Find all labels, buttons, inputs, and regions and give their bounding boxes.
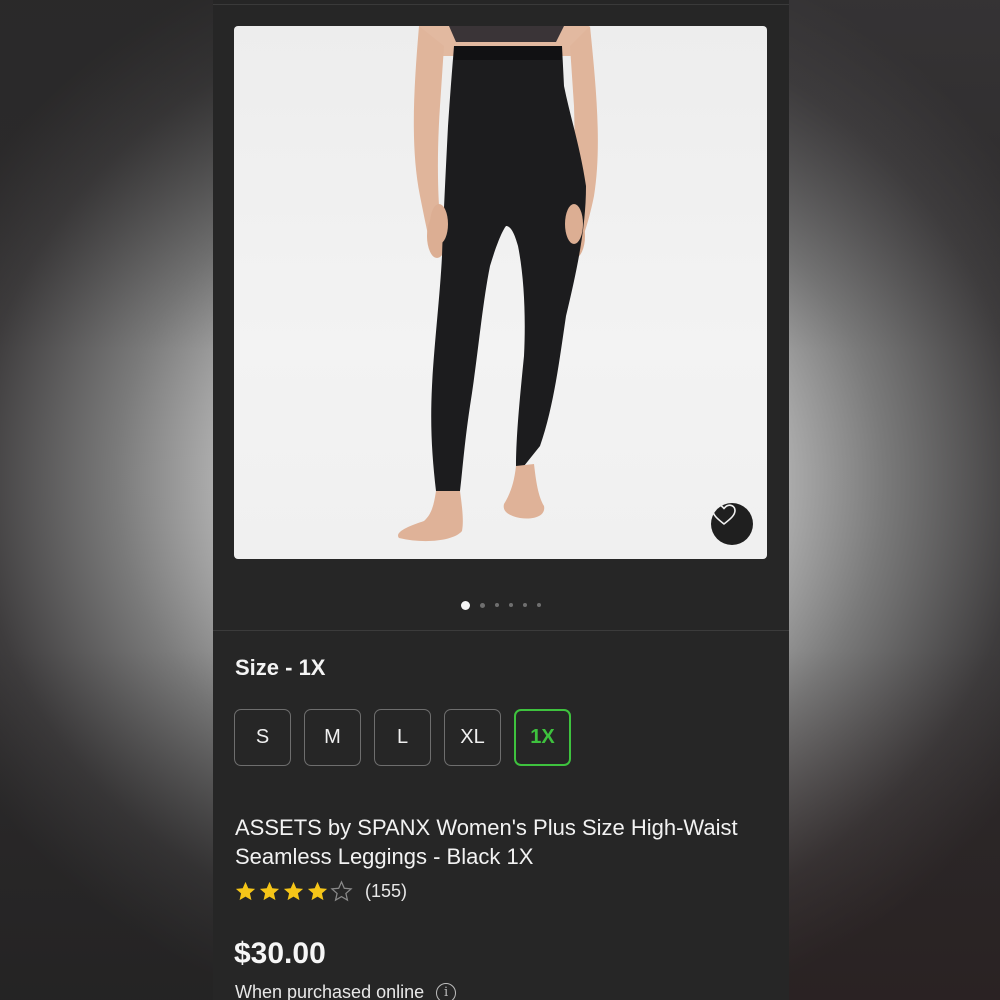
carousel-dot-3[interactable] <box>495 603 499 607</box>
rating-row[interactable]: (155) <box>234 878 407 904</box>
star-rating <box>234 879 353 903</box>
product-image[interactable] <box>234 26 767 559</box>
carousel-dot-4[interactable] <box>509 603 513 607</box>
star-filled-icon <box>283 881 304 900</box>
top-divider <box>213 4 789 5</box>
product-page: Size - 1X S M L XL 1X ASSETS by SPANX Wo… <box>213 0 789 1000</box>
product-photo-leggings <box>398 26 598 542</box>
carousel-dot-6[interactable] <box>537 603 541 607</box>
size-heading: Size - 1X <box>235 655 326 680</box>
backdrop-left-shade <box>0 0 213 1000</box>
star-filled-icon <box>259 881 280 900</box>
product-title: ASSETS by SPANX Women's Plus Size High-W… <box>235 815 738 869</box>
price-note: When purchased online i <box>235 982 457 1000</box>
star-empty-icon <box>330 879 353 901</box>
review-count[interactable]: (155) <box>365 881 407 902</box>
carousel-dot-2[interactable] <box>480 602 485 608</box>
carousel-dot-1[interactable] <box>461 600 470 610</box>
size-option-s[interactable]: S <box>234 709 291 766</box>
info-icon[interactable]: i <box>436 982 457 1000</box>
star-filled-icon <box>235 881 256 900</box>
star-filled-icon <box>307 881 328 900</box>
favorite-button[interactable] <box>711 503 753 545</box>
size-option-1x[interactable]: 1X <box>514 709 571 766</box>
size-selector: S M L XL 1X <box>234 709 571 766</box>
size-option-l[interactable]: L <box>374 709 431 766</box>
carousel-pagination[interactable] <box>213 600 789 610</box>
backdrop-right-shade <box>788 0 1000 1000</box>
section-divider <box>213 630 789 631</box>
carousel-dot-5[interactable] <box>523 603 527 607</box>
size-option-m[interactable]: M <box>304 709 361 766</box>
price: $30.00 <box>234 937 326 970</box>
price-note-text: When purchased online <box>235 982 425 1000</box>
size-option-xl[interactable]: XL <box>444 709 501 766</box>
heart-outline-icon <box>712 504 736 525</box>
